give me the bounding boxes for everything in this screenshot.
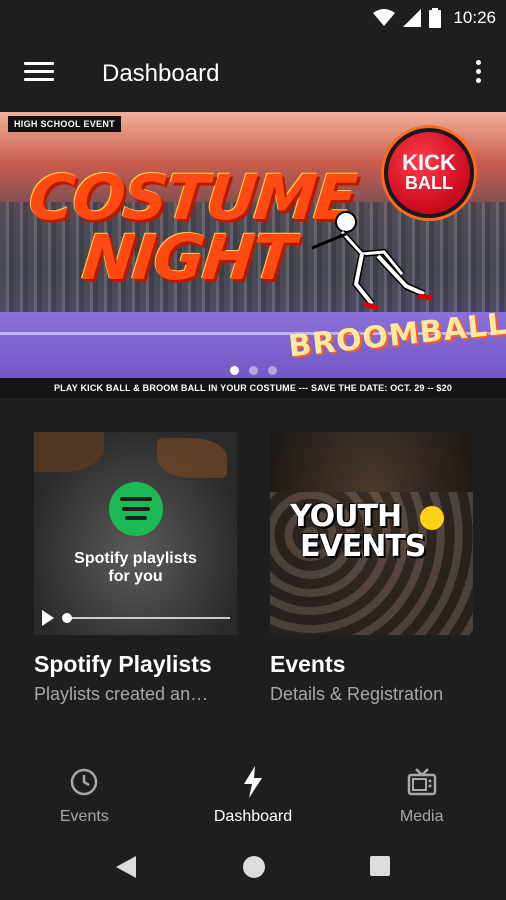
playback-track	[66, 617, 230, 619]
recent-apps-icon[interactable]	[370, 856, 390, 876]
caption-line1: YOUTH	[290, 499, 402, 534]
card-title: Events	[270, 651, 346, 677]
signal-icon	[403, 9, 422, 27]
page-title: Dashboard	[102, 60, 220, 87]
card-title: Spotify Playlists	[34, 651, 212, 677]
hero-banner[interactable]: HIGH SCHOOL EVENT COSTUME NIGHT KICK BAL…	[0, 112, 506, 398]
more-vert-icon[interactable]	[472, 60, 484, 88]
card-subtitle: Playlists created an…	[34, 684, 209, 704]
caption-line1: Spotify playlists	[74, 550, 197, 567]
clock-icon	[68, 766, 100, 798]
wifi-icon	[373, 9, 396, 26]
card-image: YOUTH EVENTS	[270, 432, 473, 635]
play-icon	[42, 610, 54, 626]
logo-line1: KICK	[402, 150, 456, 175]
carousel-pager	[0, 366, 506, 375]
system-navigation-bar	[0, 834, 506, 900]
pager-dot[interactable]	[267, 366, 277, 375]
broomball-player-illustration	[311, 211, 433, 311]
logo-line2: BALL	[405, 173, 453, 193]
nav-item-dashboard[interactable]: Dashboard	[169, 756, 338, 834]
playback-thumb	[62, 613, 72, 623]
nav-label: Media	[399, 808, 444, 825]
card-image-caption: Spotify playlists for you	[34, 550, 237, 586]
tv-icon	[406, 766, 438, 798]
status-bar: 10:26	[0, 0, 506, 36]
smiley-icon	[420, 506, 444, 530]
nav-item-events[interactable]: Events	[0, 756, 169, 834]
hamburger-menu-icon[interactable]	[24, 62, 54, 86]
card-subtitle: Details & Registration	[270, 684, 444, 704]
bottom-navigation: Events Dashboard Media	[0, 756, 506, 834]
card-events[interactable]: YOUTH EVENTS Events Details & Registrati…	[270, 432, 473, 705]
caption-line2: for you	[108, 568, 163, 585]
card-image: Spotify playlists for you	[34, 432, 237, 635]
app-bar: Dashboard	[0, 36, 506, 112]
hero-tag: HIGH SCHOOL EVENT	[8, 116, 121, 132]
status-icons: 10:26	[373, 6, 496, 30]
status-time: 10:26	[453, 8, 496, 27]
back-icon[interactable]	[116, 856, 136, 878]
caption-line2: EVENTS	[300, 529, 426, 564]
spotify-icon	[109, 482, 163, 536]
battery-icon	[429, 8, 442, 28]
pager-dot[interactable]	[248, 366, 258, 375]
card-spotify-playlists[interactable]: Spotify playlists for you Spotify Playli…	[34, 432, 237, 705]
hero-title: COSTUME NIGHT	[20, 161, 359, 294]
nav-label: Dashboard	[213, 808, 293, 825]
nav-label: Events	[59, 808, 109, 825]
hero-title-line1: COSTUME	[25, 161, 359, 234]
playback-bar	[42, 610, 230, 626]
pager-dot-active[interactable]	[229, 366, 239, 375]
hero-footer-text: PLAY KICK BALL & BROOM BALL IN YOUR COST…	[0, 378, 506, 398]
lightning-bolt-icon	[237, 766, 269, 798]
hero-title-line2: NIGHT	[79, 221, 297, 294]
home-icon[interactable]	[243, 856, 265, 878]
nav-item-media[interactable]: Media	[337, 756, 506, 834]
card-image-caption: YOUTH EVENTS	[290, 499, 426, 564]
